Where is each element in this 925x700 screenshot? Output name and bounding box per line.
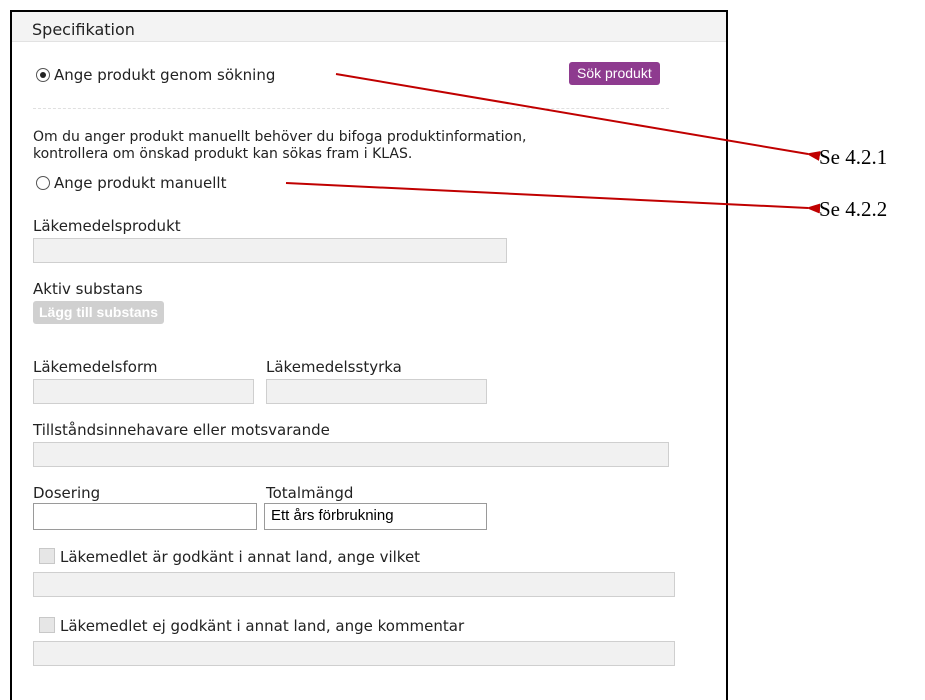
annotation-se-4-2-2: Se 4.2.2 — [819, 197, 888, 221]
arrow-to-search-option — [335, 73, 821, 161]
arrow-to-manual-option — [285, 182, 821, 214]
annotation-arrows — [285, 73, 821, 214]
annotation-se-4-2-1: Se 4.2.1 — [819, 145, 888, 169]
